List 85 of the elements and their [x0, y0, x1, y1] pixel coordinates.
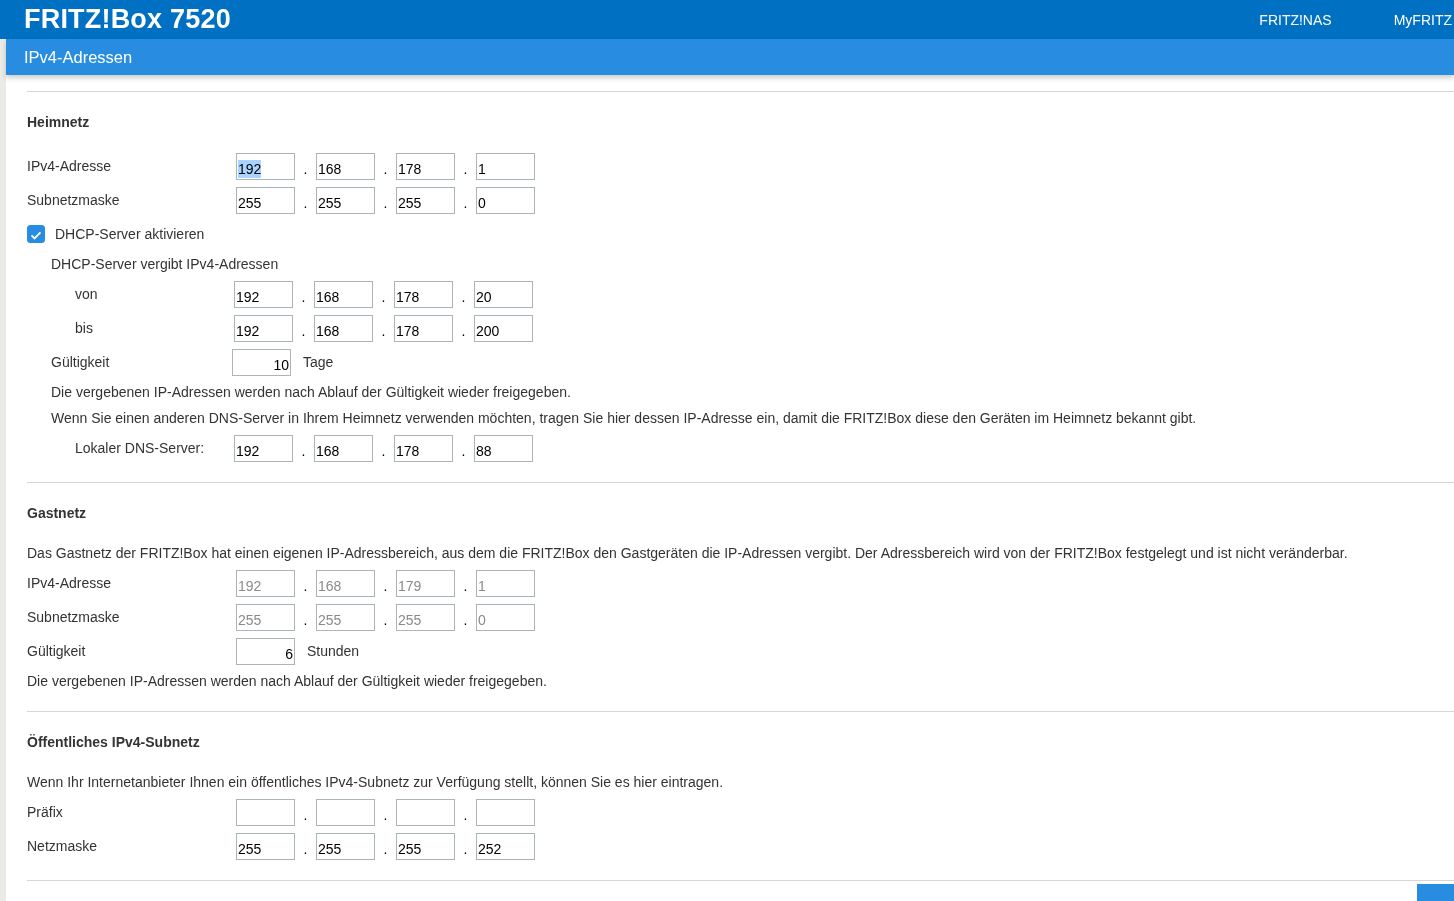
input-field[interactable] — [476, 798, 535, 826]
input-field[interactable]: 252 — [476, 832, 535, 860]
checkbox-label: DHCP-Server aktivieren — [55, 226, 205, 243]
dot-separator: . — [462, 611, 469, 629]
unit-label: Tage — [303, 354, 334, 371]
input-field[interactable]: 255 — [396, 186, 455, 214]
section-heading: Gastnetz — [27, 505, 88, 524]
field-label: IPv4-Adresse — [27, 575, 113, 592]
field-label: Gültigkeit — [51, 354, 111, 371]
input-field[interactable]: 178 — [394, 314, 453, 342]
dot-separator: . — [462, 806, 469, 824]
field-label: Subnetzmaske — [27, 192, 121, 209]
dot-separator: . — [300, 322, 307, 340]
description-text: Wenn Sie einen anderen DNS-Server in Ihrem Heimnetz verwenden möchten, tragen Sie hier dessen IP-Adresse ein, damit die FRITZ!Box diese den Geräten im Heimnetz bekannt gibt. — [51, 410, 1197, 427]
unit-label: Stunden — [307, 643, 360, 660]
dot-separator: . — [382, 194, 389, 212]
section-heading: Öffentliches IPv4-Subnetz — [27, 734, 201, 753]
input-field[interactable]: 20 — [474, 280, 533, 308]
field-label: Subnetzmaske — [27, 609, 121, 626]
dot-separator: . — [382, 611, 389, 629]
dot-separator: . — [380, 288, 387, 306]
field-label: Präfix — [27, 804, 64, 821]
input-field[interactable]: 168 — [314, 434, 373, 462]
description-text: Die vergebenen IP-Adressen werden nach Ablauf der Gültigkeit wieder freigegeben. — [51, 384, 571, 401]
checkbox[interactable] — [27, 225, 45, 244]
input-field[interactable]: 192 — [234, 314, 293, 342]
dot-separator: . — [382, 577, 389, 595]
dot-separator: . — [462, 194, 469, 212]
dot-separator: . — [302, 194, 309, 212]
dot-separator: . — [382, 840, 389, 858]
dot-separator: . — [460, 442, 467, 460]
input-field[interactable]: 255 — [316, 832, 375, 860]
input-field[interactable]: 168 — [316, 152, 375, 180]
dot-separator: . — [380, 322, 387, 340]
input-field[interactable]: 178 — [394, 434, 453, 462]
input-field[interactable]: 255 — [396, 832, 455, 860]
description-text: Wenn Ihr Internetanbieter Ihnen ein öffentliches IPv4-Subnetz zur Verfügung stellt, können Sie es hier eintragen. — [27, 774, 724, 791]
dot-separator: . — [302, 160, 309, 178]
dot-separator: . — [460, 288, 467, 306]
dot-separator: . — [302, 840, 309, 858]
dot-separator: . — [300, 288, 307, 306]
input-field[interactable]: 6 — [236, 637, 295, 665]
nav-link[interactable]: FRITZ!NAS — [1259, 11, 1332, 28]
input-field[interactable]: 10 — [232, 348, 291, 376]
dot-separator: . — [382, 806, 389, 824]
dot-separator: . — [302, 611, 309, 629]
input-field[interactable]: 192 — [234, 434, 293, 462]
input-field[interactable]: 192 — [234, 280, 293, 308]
field-label: von — [75, 286, 99, 303]
dot-separator: . — [302, 577, 309, 595]
field-label: Lokaler DNS-Server: — [75, 440, 206, 457]
input-field[interactable]: 168 — [314, 280, 373, 308]
description-text: Die vergebenen IP-Adressen werden nach Ablauf der Gültigkeit wieder freigegeben. — [27, 673, 547, 690]
field-label: Gültigkeit — [27, 643, 87, 660]
field-label: Netzmaske — [27, 838, 99, 855]
dot-separator: . — [462, 160, 469, 178]
input-field[interactable] — [396, 798, 455, 826]
dot-separator: . — [462, 840, 469, 858]
product-title: FRITZ!Box 7520 — [24, 4, 231, 35]
description-text: DHCP-Server vergibt IPv4-Adressen — [51, 256, 279, 273]
input-field[interactable]: 0 — [476, 186, 535, 214]
section-heading: Heimnetz — [27, 114, 91, 133]
description-text: Das Gastnetz der FRITZ!Box hat einen eigenen IP-Adressbereich, aus dem die FRITZ!Box den Gastgeräten die IP-Adressen vergibt. Der Adressbereich wird von der FRITZ!Box festgelegt und ist nicht veränderbar. — [27, 545, 1348, 562]
field-label: IPv4-Adresse — [27, 158, 113, 175]
input-field[interactable]: 200 — [474, 314, 533, 342]
input-field[interactable]: 255 — [316, 186, 375, 214]
input-field[interactable]: 168 — [314, 314, 373, 342]
dot-separator: . — [460, 322, 467, 340]
dot-separator: . — [462, 577, 469, 595]
dot-separator: . — [302, 806, 309, 824]
input-field[interactable]: 192 — [236, 152, 295, 180]
page-title: IPv4-Adressen — [24, 47, 133, 67]
field-label: bis — [75, 320, 94, 337]
input-field[interactable]: 178 — [394, 280, 453, 308]
dot-separator: . — [380, 442, 387, 460]
input-field[interactable] — [236, 798, 295, 826]
input-field[interactable]: 178 — [396, 152, 455, 180]
input-field[interactable]: 255 — [236, 186, 295, 214]
input-field[interactable]: 1 — [476, 152, 535, 180]
dot-separator: . — [382, 160, 389, 178]
input-field[interactable]: 255 — [236, 832, 295, 860]
dot-separator: . — [300, 442, 307, 460]
input-field[interactable]: 88 — [474, 434, 533, 462]
nav-link[interactable]: MyFRITZ — [1393, 11, 1452, 28]
input-field[interactable] — [316, 798, 375, 826]
